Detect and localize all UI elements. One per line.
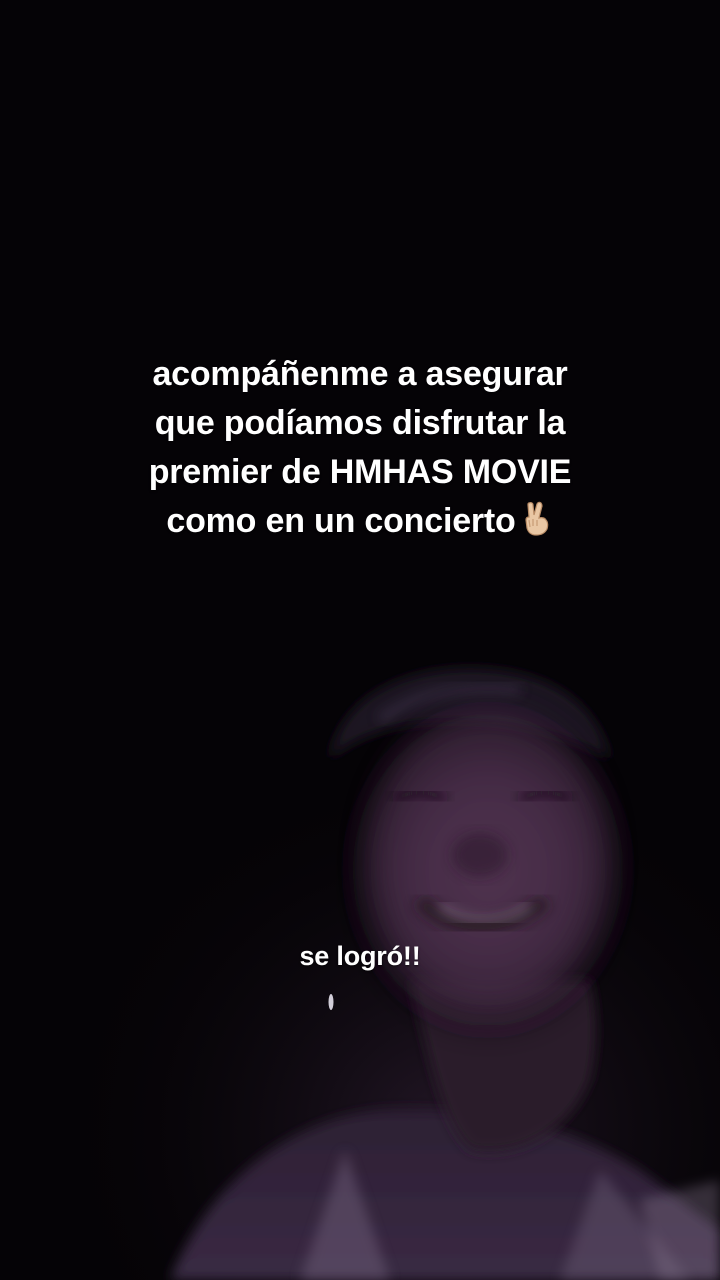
- caption-second: se logró!!: [299, 941, 421, 971]
- victory-hand-emoji-icon: [520, 500, 554, 550]
- caption-line-4-wrap: como en un concierto: [0, 497, 720, 550]
- caption-main: acompáñenme a asegurar que podíamos disf…: [0, 350, 720, 550]
- video-frame: acompáñenme a asegurar que podíamos disf…: [0, 0, 720, 1280]
- caption-line-2: que podíamos disfrutar la: [154, 404, 566, 442]
- background-photo: [0, 0, 720, 1280]
- caption-line-3: premier de HMHAS MOVIE: [148, 453, 572, 491]
- caption-line-4: como en un concierto: [166, 502, 516, 540]
- caption-line-1: acompáñenme a asegurar: [152, 355, 568, 393]
